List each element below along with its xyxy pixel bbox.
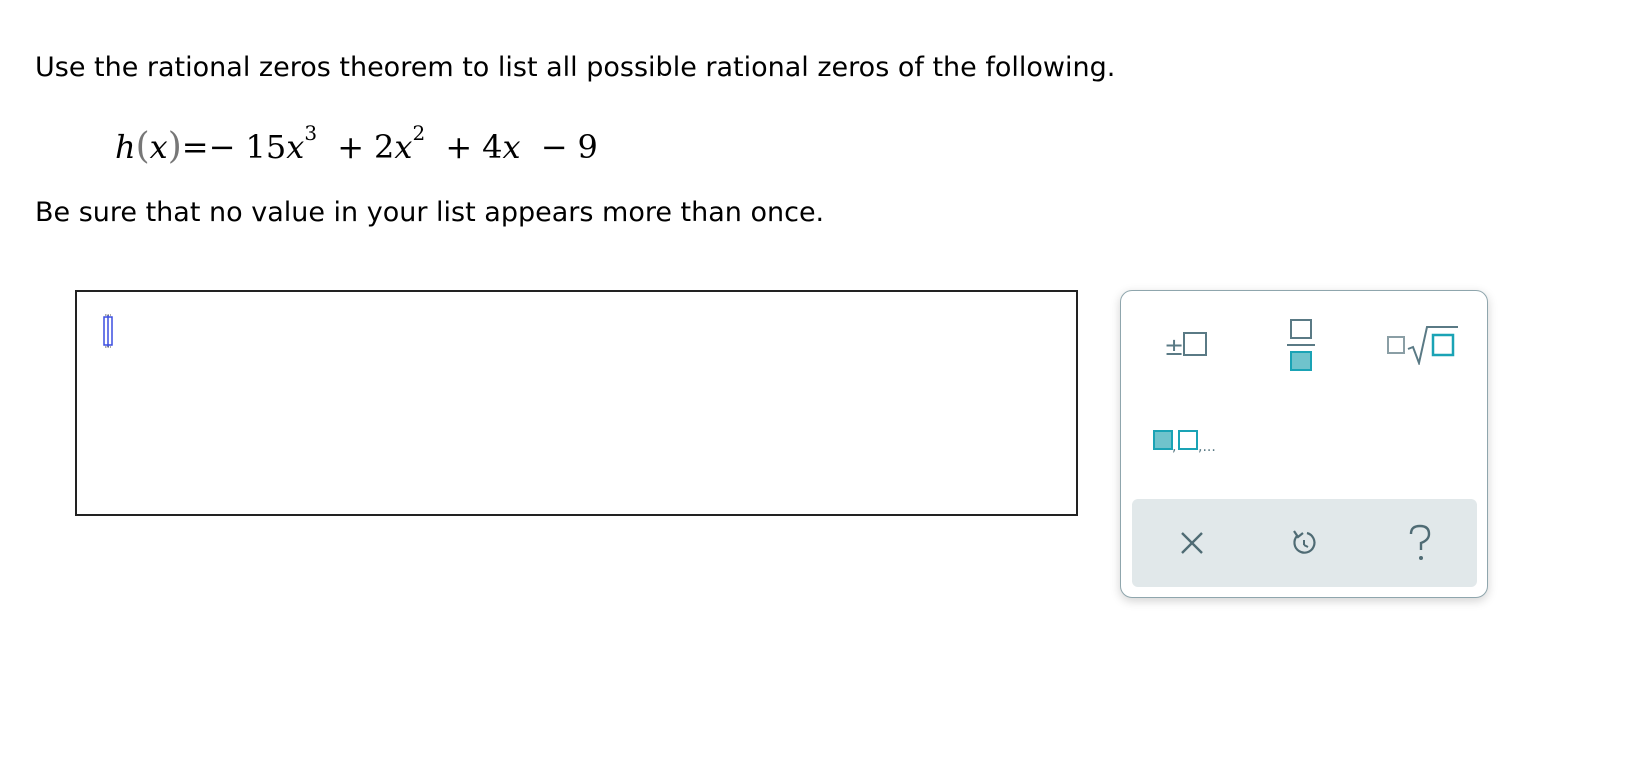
equation: h(x)=− 15x3 +2x2 +4x −9 xyxy=(115,121,598,167)
term3-variable: x xyxy=(502,128,521,166)
nth-root-icon xyxy=(1387,326,1458,365)
help-icon xyxy=(1409,524,1431,560)
keypad-action-bar xyxy=(1132,499,1477,587)
function-variable: x xyxy=(149,128,168,166)
term1-exponent: 3 xyxy=(304,121,318,146)
term1-coefficient: 15 xyxy=(245,128,287,166)
math-keypad: ± , ,... xyxy=(1120,290,1488,598)
constant-operator: − xyxy=(540,128,568,166)
function-name: h xyxy=(115,128,136,166)
svg-text:±: ± xyxy=(1164,333,1184,361)
question-note: Be sure that no value in your list appea… xyxy=(35,197,825,228)
fraction-button[interactable] xyxy=(1271,313,1331,375)
plus-minus-button[interactable]: ± xyxy=(1157,321,1217,367)
term3-operator: + xyxy=(445,128,473,166)
svg-text:,: , xyxy=(1172,439,1176,455)
term2-exponent: 2 xyxy=(412,121,426,146)
question-prompt: Use the rational zeros theorem to list a… xyxy=(35,52,1116,83)
term1-variable: x xyxy=(286,128,305,166)
svg-text:,...: ,... xyxy=(1198,439,1216,455)
negative-sign: − xyxy=(208,128,236,166)
input-cursor-icon xyxy=(103,314,113,348)
term3-coefficient: 4 xyxy=(482,128,503,166)
list-button[interactable]: , ,... xyxy=(1149,419,1233,463)
fraction-icon xyxy=(1287,319,1315,371)
undo-icon xyxy=(1293,530,1316,554)
equals-sign: = xyxy=(181,128,209,166)
clear-icon xyxy=(1181,532,1203,554)
term2-operator: + xyxy=(337,128,365,166)
nth-root-button[interactable] xyxy=(1383,319,1463,369)
undo-button[interactable] xyxy=(1280,519,1328,567)
term2-coefficient: 2 xyxy=(374,128,395,166)
help-button[interactable] xyxy=(1396,517,1444,569)
close-paren: ) xyxy=(167,126,182,167)
open-paren: ( xyxy=(135,126,150,167)
constant-term: 9 xyxy=(577,128,598,166)
clear-button[interactable] xyxy=(1168,519,1216,567)
list-icon: , ,... xyxy=(1153,430,1216,455)
plus-minus-icon: ± xyxy=(1164,332,1207,361)
term2-variable: x xyxy=(394,128,413,166)
answer-input[interactable] xyxy=(75,290,1078,516)
